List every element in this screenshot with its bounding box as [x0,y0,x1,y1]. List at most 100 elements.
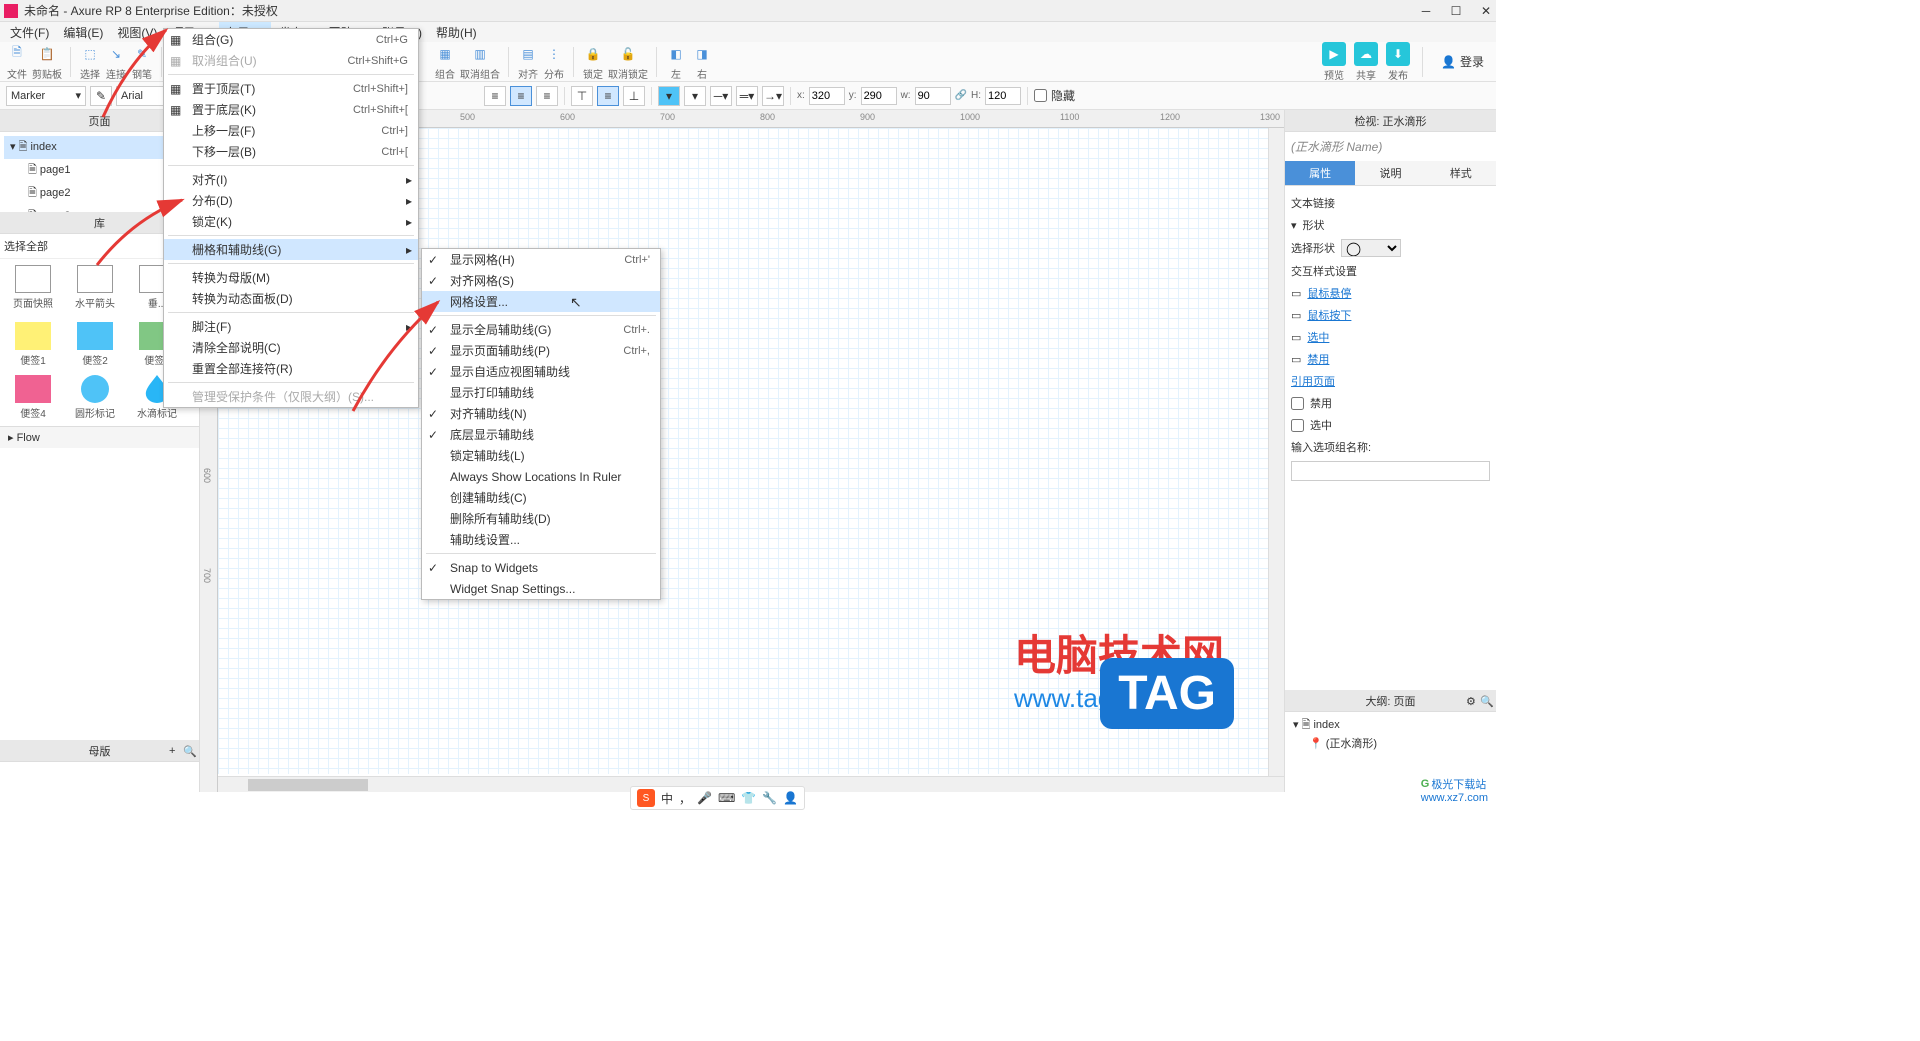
align-center[interactable]: ≡ [510,86,532,106]
menu-item[interactable]: 网格设置... [422,291,660,312]
style-apply[interactable]: ✎ [90,86,112,106]
arrow-style[interactable]: →▾ [762,86,784,106]
ime-punct-icon[interactable]: ， [679,790,691,807]
menu-item[interactable]: ✓显示自适应视图辅助线 [422,361,660,382]
tool-unlock[interactable]: 🔓取消锁定 [608,43,648,81]
ime-toolbar[interactable]: S 中 ， 🎤 ⌨ 👕 🔧 👤 [630,786,805,810]
menu-item[interactable]: ▦置于底层(K)Ctrl+Shift+[ [164,99,418,120]
menu-item[interactable]: 删除所有辅助线(D) [422,508,660,529]
tool-group-btn[interactable]: ▦组合 [434,43,456,81]
lib-item[interactable]: 圆形标记 [68,375,122,420]
outline-search-icon[interactable]: 🔍 [1480,695,1492,707]
tool-distribute[interactable]: ⋮分布 [543,43,565,81]
menu-item[interactable]: 栅格和辅助线(G)▸ [164,239,418,260]
lib-item[interactable]: 页面快照 [6,265,60,310]
tab-properties[interactable]: 属性 [1285,161,1355,185]
menu-item[interactable]: ✓显示全局辅助线(G)Ctrl+. [422,319,660,340]
line-color[interactable]: ▾ [684,86,706,106]
menu-item[interactable]: 重置全部连接符(R) [164,358,418,379]
menu-item[interactable]: 锁定辅助线(L) [422,445,660,466]
tool-connect[interactable]: ↘连接 [105,43,127,81]
menu-item[interactable]: ✓底层显示辅助线 [422,424,660,445]
menu-item[interactable]: 锁定(K)▸ [164,211,418,232]
shape-select[interactable]: ◯ [1341,239,1401,257]
disabled-link[interactable]: 禁用 [1307,351,1329,367]
preview-button[interactable]: ▶预览 [1322,42,1346,82]
menu-item[interactable]: 分布(D)▸ [164,190,418,211]
menu-item[interactable]: ✓显示页面辅助线(P)Ctrl+, [422,340,660,361]
publish-button[interactable]: ⬇发布 [1386,42,1410,82]
menu-2[interactable]: 视图(V) [111,22,163,43]
lock-aspect-icon[interactable]: 🔗 [955,90,967,101]
selected-checkbox[interactable] [1291,419,1304,432]
mousedown-link[interactable]: 鼠标按下 [1307,307,1351,323]
menu-item[interactable]: 辅助线设置... [422,529,660,550]
menu-item[interactable]: 脚注(F)▸ [164,316,418,337]
outline-item[interactable]: 📍 (正水滴形) [1289,735,1492,751]
selected-link[interactable]: 选中 [1307,329,1329,345]
lib-item[interactable]: 便签1 [6,322,60,367]
align-left[interactable]: ≡ [484,86,506,106]
tool-clipboard[interactable]: 📋剪贴板 [32,43,62,81]
tab-notes[interactable]: 说明 [1355,161,1425,185]
menu-item[interactable]: 清除全部说明(C) [164,337,418,358]
line-style[interactable]: ═▾ [736,86,758,106]
ime-tool-icon[interactable]: 🔧 [762,791,777,805]
widget-name-input[interactable]: (正水滴形 Name) [1285,132,1496,161]
share-button[interactable]: ☁共享 [1354,42,1378,82]
menu-item[interactable]: 转换为母版(M) [164,267,418,288]
menu-8[interactable]: 帮助(H) [430,22,483,43]
menu-item[interactable]: ▦置于顶层(T)Ctrl+Shift+] [164,78,418,99]
disabled-checkbox[interactable] [1291,397,1304,410]
menu-0[interactable]: 文件(F) [4,22,55,43]
x-input[interactable] [809,87,845,105]
menu-item[interactable]: 显示打印辅助线 [422,382,660,403]
tool-align[interactable]: ▤对齐 [517,43,539,81]
valign-bottom[interactable]: ⊥ [623,86,645,106]
menu-item[interactable]: ✓Snap to Widgets [422,557,660,578]
lib-item[interactable]: 水平箭头 [68,265,122,310]
menu-item[interactable]: Widget Snap Settings... [422,578,660,599]
menu-item[interactable]: ✓对齐辅助线(N) [422,403,660,424]
y-input[interactable] [861,87,897,105]
h-input[interactable] [985,87,1021,105]
valign-middle[interactable]: ≡ [597,86,619,106]
menu-item[interactable]: 转换为动态面板(D) [164,288,418,309]
ime-skin-icon[interactable]: 👕 [741,791,756,805]
menu-item[interactable]: ✓显示网格(H)Ctrl+' [422,249,660,270]
tab-style[interactable]: 样式 [1426,161,1496,185]
scrollbar-vertical[interactable] [1268,128,1284,776]
outline-filter-icon[interactable]: ⚙ [1466,695,1478,707]
minimize-button[interactable]: ─ [1420,5,1432,17]
w-input[interactable] [915,87,951,105]
menu-item[interactable]: Always Show Locations In Ruler [422,466,660,487]
tool-pen[interactable]: ✎钢笔 [131,43,153,81]
menu-item[interactable]: 创建辅助线(C) [422,487,660,508]
hover-link[interactable]: 鼠标悬停 [1307,285,1351,301]
valign-top[interactable]: ⊤ [571,86,593,106]
tool-file[interactable]: 🗎文件 [6,43,28,81]
maximize-button[interactable]: ☐ [1450,5,1462,17]
line-width[interactable]: ─▾ [710,86,732,106]
menu-item[interactable]: ✓对齐网格(S) [422,270,660,291]
master-search-icon[interactable]: 🔍 [183,745,195,757]
fill-color[interactable]: ▾ [658,86,680,106]
tool-left[interactable]: ◧左 [665,43,687,81]
login-button[interactable]: 👤登录 [1435,51,1490,72]
ime-keyboard-icon[interactable]: ⌨ [718,791,735,805]
group-name-input[interactable] [1291,461,1490,481]
align-right[interactable]: ≡ [536,86,558,106]
lib-item[interactable]: 便签4 [6,375,60,420]
menu-item[interactable]: ▦组合(G)Ctrl+G [164,29,418,50]
menu-1[interactable]: 编辑(E) [57,22,109,43]
outline-item[interactable]: ▾ 🗎 index [1289,716,1492,735]
menu-item[interactable]: 上移一层(F)Ctrl+] [164,120,418,141]
menu-item[interactable]: 下移一层(B)Ctrl+[ [164,141,418,162]
ime-user-icon[interactable]: 👤 [783,791,798,805]
tool-right[interactable]: ◨右 [691,43,713,81]
add-master-icon[interactable]: + [169,745,181,757]
hidden-checkbox[interactable] [1034,89,1047,102]
menu-item[interactable]: 对齐(I)▸ [164,169,418,190]
tool-lock[interactable]: 🔒锁定 [582,43,604,81]
flow-section[interactable]: ▸ Flow [0,426,199,448]
